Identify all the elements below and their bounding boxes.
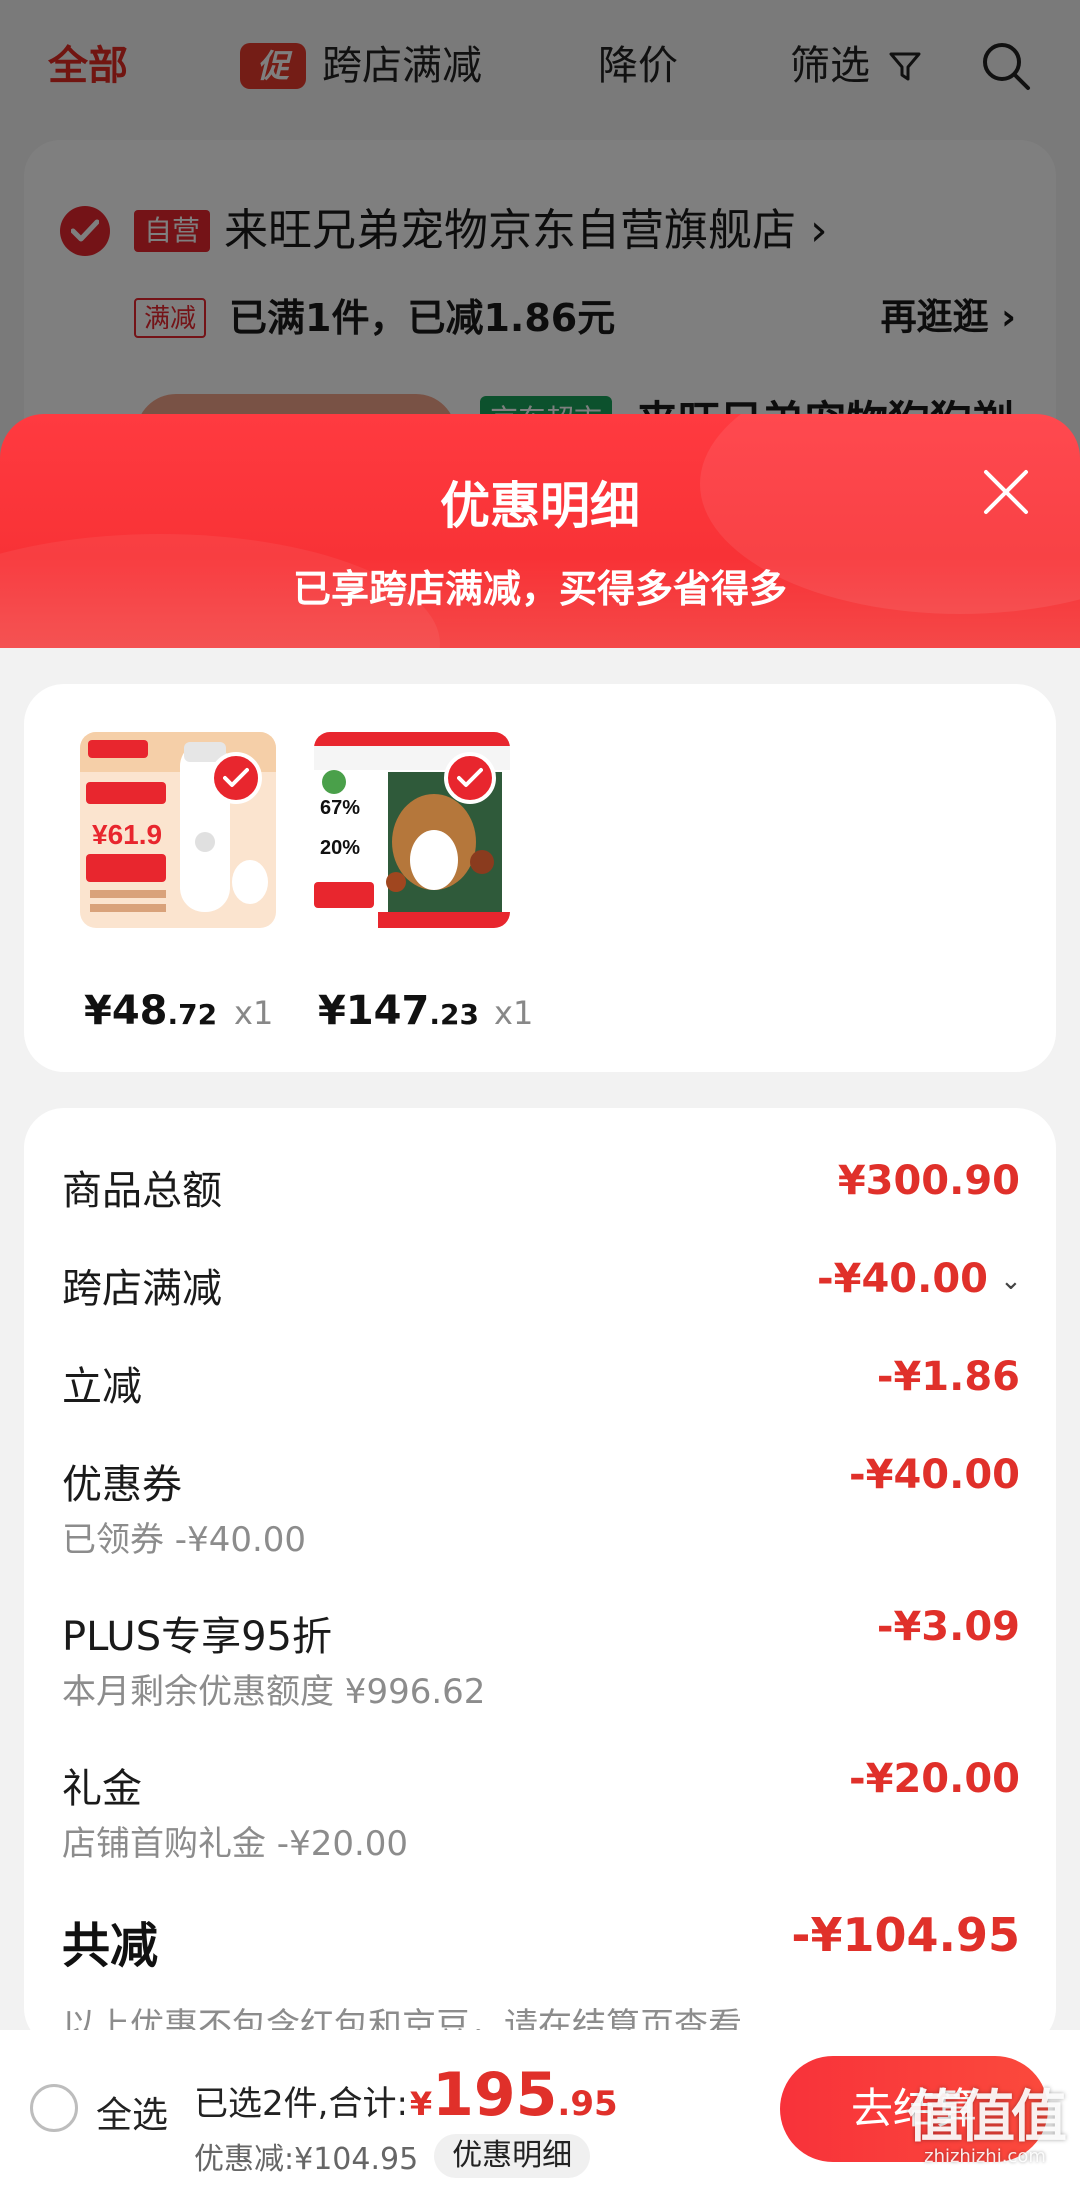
row-value-instant-off: -¥1.86 (876, 1354, 1020, 1400)
discount-summary: 优惠减:¥104.95 优惠明细 (194, 2134, 591, 2178)
row-label-cross-store: 跨店满减 (62, 1266, 222, 1312)
item-selected-check-icon[interactable] (210, 752, 262, 804)
item-quantity: x1 (494, 994, 534, 1032)
discount-amount-text: 优惠减:¥104.95 (194, 2142, 419, 2177)
chevron-down-icon: ⌄ (1000, 1266, 1022, 1296)
close-icon[interactable] (978, 464, 1034, 520)
svg-text:20%: 20% (320, 837, 360, 859)
item-card[interactable]: ¥61.9 ¥48.72 x1 (80, 732, 280, 1034)
total-discount-label: 共减 (62, 1918, 159, 1974)
watermark-logo: 值值值 zhizhizhi.com (907, 2085, 1067, 2167)
row-sub-plus: 本月剩余优惠额度 ¥996.62 (62, 1672, 486, 1712)
discount-detail-header: 优惠明细 已享跨店满减，买得多省得多 (0, 414, 1080, 654)
item-quantity: x1 (234, 994, 274, 1032)
svg-text:67%: 67% (320, 797, 360, 819)
row-label-instant-off: 立减 (62, 1364, 142, 1410)
row-sub-gift-money: 店铺首购礼金 -¥20.00 (62, 1824, 409, 1864)
item-selected-check-icon[interactable] (444, 752, 496, 804)
row-value-gift-money: -¥20.00 (849, 1756, 1020, 1802)
item-price: ¥48.72 (84, 988, 218, 1034)
sheet-subtitle: 已享跨店满减，买得多省得多 (292, 567, 787, 611)
row-value-plus: -¥3.09 (876, 1604, 1020, 1650)
row-value-coupon: -¥40.00 (849, 1452, 1020, 1498)
item-price: ¥147.23 (318, 988, 479, 1034)
row-label-plus: PLUS专享95折 (62, 1614, 332, 1660)
row-sub-coupon: 已领券 -¥40.00 (62, 1520, 307, 1560)
row-value-goods-total: ¥300.90 (837, 1158, 1020, 1204)
row-label-gift-money: 礼金 (62, 1766, 142, 1812)
discount-detail-button[interactable]: 优惠明细 (434, 2134, 591, 2178)
total-currency: ¥ (409, 2085, 433, 2123)
row-label-goods-total: 商品总额 (62, 1168, 222, 1214)
select-all-label[interactable]: 全选 (96, 2086, 168, 2138)
row-value-cross-store[interactable]: -¥40.00 ⌄ (817, 1256, 1022, 1302)
svg-text:¥61.9: ¥61.9 (92, 819, 162, 850)
total-decimal: .95 (557, 2084, 618, 2124)
selected-items-card: ¥61.9 ¥48.72 x1 67% 20% ¥147.23 x1 (24, 684, 1056, 1072)
item-card[interactable]: 67% 20% ¥147.23 x1 (314, 732, 533, 1034)
selected-count-text: 已选2件,合计: (194, 2084, 408, 2124)
selected-total: 已选2件,合计: ¥ 195 .95 (194, 2060, 618, 2130)
row-label-coupon: 优惠券 (62, 1462, 182, 1508)
discount-breakdown-card: 商品总额 ¥300.90 跨店满减 -¥40.00 ⌄ 立减 -¥1.86 优惠券… (24, 1108, 1056, 2048)
total-integer: 195 (432, 2060, 558, 2130)
select-all-radio[interactable] (30, 2084, 78, 2132)
total-discount-value: -¥104.95 (791, 1908, 1020, 1962)
sheet-title: 优惠明细 (440, 477, 640, 535)
